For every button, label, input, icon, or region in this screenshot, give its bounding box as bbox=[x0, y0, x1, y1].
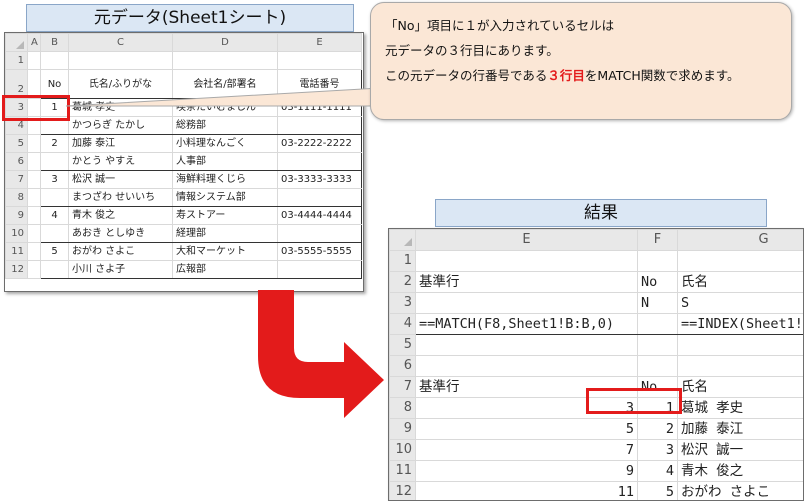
row-header-3[interactable]: 3 bbox=[389, 292, 416, 314]
cell-g7[interactable]: 氏名 bbox=[677, 376, 803, 398]
callout-line-2: 元データの３行目にあります。 bbox=[385, 43, 559, 58]
callout-highlight: ３行目 bbox=[547, 68, 585, 83]
cell-g3[interactable]: S bbox=[677, 292, 803, 314]
cell-base-row[interactable]: 7 bbox=[415, 439, 638, 461]
cell-g4[interactable]: ==INDEX(Sheet1!C bbox=[677, 313, 803, 335]
flow-arrow-icon bbox=[258, 290, 384, 418]
row-header-6[interactable]: 6 bbox=[389, 355, 416, 377]
cell-no[interactable]: 3 bbox=[637, 439, 678, 461]
cell-name[interactable]: 加藤 泰江 bbox=[677, 418, 803, 440]
callout-line-3-start: この元データの行番号である bbox=[385, 68, 548, 83]
result-sheet-window: E F G 1 2 基準行 No 氏名 3 N S 4 ==MATCH(F8,S… bbox=[388, 228, 804, 501]
cell-name[interactable]: 青木 俊之 bbox=[677, 460, 803, 482]
callout-text: 「No」項目に１が入力されているセルは 元データの３行目にあります。 この元デー… bbox=[385, 13, 740, 88]
row-header-5[interactable]: 5 bbox=[389, 334, 416, 356]
result-sheet-title: 結果 bbox=[435, 199, 767, 227]
cell-f2[interactable]: No bbox=[637, 271, 678, 293]
cell-base-row[interactable]: 5 bbox=[415, 418, 638, 440]
cell-e3[interactable] bbox=[415, 292, 638, 314]
column-header-f[interactable]: F bbox=[637, 229, 678, 251]
row-header-2[interactable]: 2 bbox=[389, 271, 416, 293]
cell-e2[interactable]: 基準行 bbox=[415, 271, 638, 293]
row-header-11[interactable]: 11 bbox=[389, 460, 416, 482]
explanation-callout: 「No」項目に１が入力されているセルは 元データの３行目にあります。 この元デー… bbox=[370, 2, 792, 120]
cell-name[interactable]: おがわ さよこ bbox=[677, 481, 803, 500]
result-row8-highlight bbox=[586, 388, 682, 414]
callout-line-1: 「No」項目に１が入力されているセルは bbox=[385, 18, 615, 33]
result-sheet-grid: E F G 1 2 基準行 No 氏名 3 N S 4 ==MATCH(F8,S… bbox=[389, 229, 803, 500]
cell-no[interactable]: 2 bbox=[637, 418, 678, 440]
column-header-e[interactable]: E bbox=[415, 229, 638, 251]
cell-e4[interactable]: ==MATCH(F8,Sheet1!B:B,0) bbox=[415, 313, 638, 335]
cell-name[interactable]: 松沢 誠一 bbox=[677, 439, 803, 461]
column-header-g[interactable]: G bbox=[677, 229, 803, 251]
cell-base-row[interactable]: 11 bbox=[415, 481, 638, 500]
cell-base-row[interactable]: 9 bbox=[415, 460, 638, 482]
row-header-1[interactable]: 1 bbox=[389, 250, 416, 272]
cell-no[interactable]: 5 bbox=[637, 481, 678, 500]
cell-f4[interactable] bbox=[637, 313, 678, 335]
cell-name[interactable]: 葛城 孝史 bbox=[677, 397, 803, 419]
row-header-8[interactable]: 8 bbox=[389, 397, 416, 419]
row-header-9[interactable]: 9 bbox=[389, 418, 416, 440]
callout-line-3: この元データの行番号である３行目をMATCH関数で求めます。 bbox=[385, 63, 740, 88]
row-header-12[interactable]: 12 bbox=[389, 481, 416, 500]
cell-g2[interactable]: 氏名 bbox=[677, 271, 803, 293]
row-header-10[interactable]: 10 bbox=[389, 439, 416, 461]
select-all-corner[interactable] bbox=[389, 229, 416, 251]
cell-no[interactable]: 4 bbox=[637, 460, 678, 482]
cell-f3[interactable]: N bbox=[637, 292, 678, 314]
row-header-7[interactable]: 7 bbox=[389, 376, 416, 398]
callout-line-3-end: をMATCH関数で求めます。 bbox=[584, 68, 740, 83]
row-header-4[interactable]: 4 bbox=[389, 313, 416, 335]
